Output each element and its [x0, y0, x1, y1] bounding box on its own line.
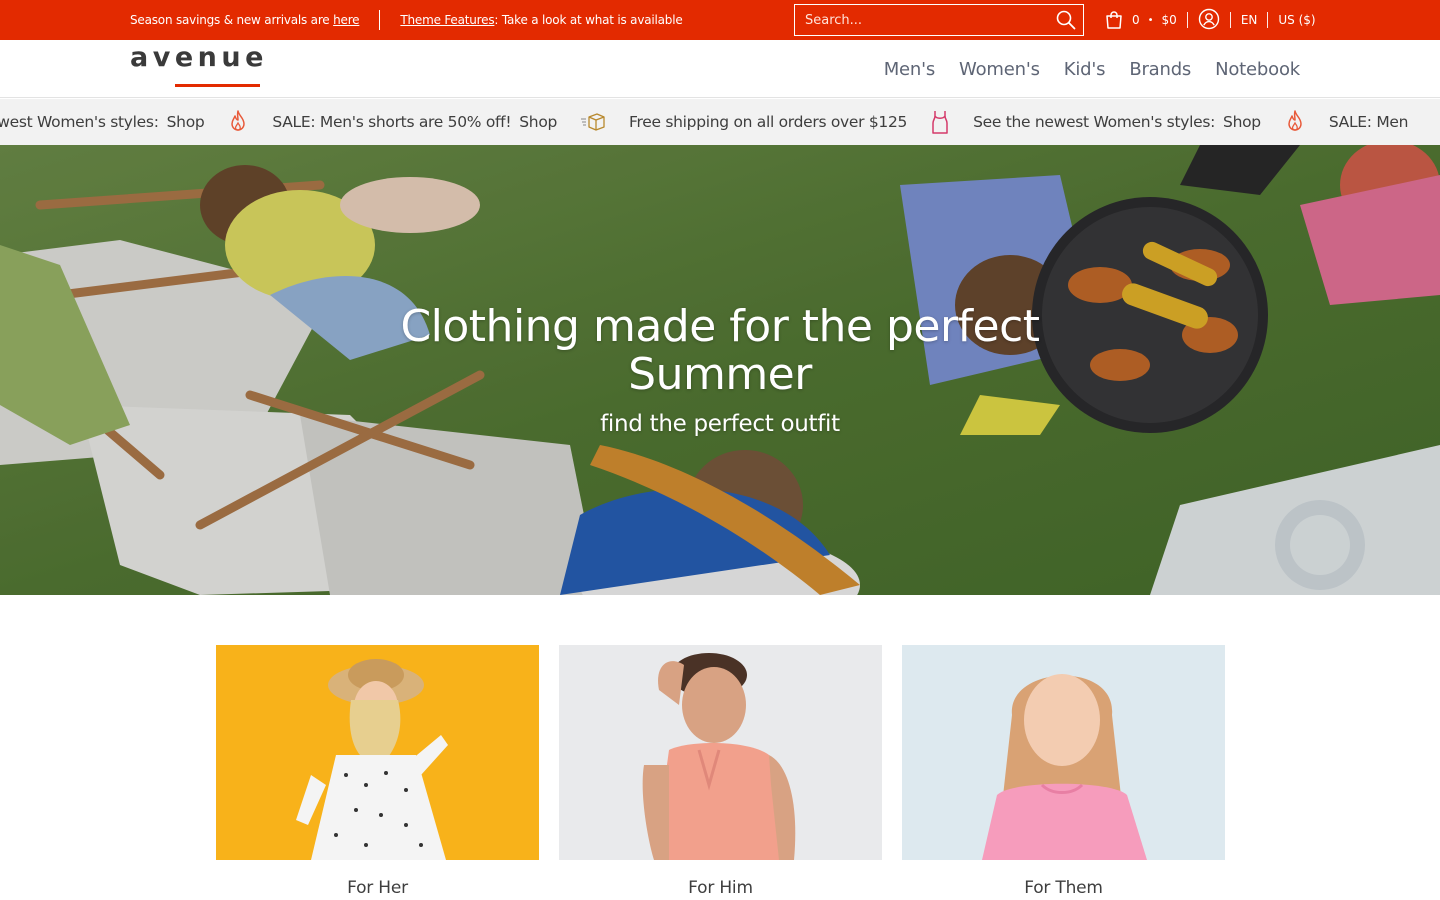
search-form	[794, 4, 1084, 36]
ticker-text: SALE: Men's shorts are 50% off!	[272, 113, 512, 131]
search-icon	[1056, 10, 1076, 30]
ticker-item: Free shipping on all orders over $125	[629, 113, 907, 131]
nav-notebook[interactable]: Notebook	[1215, 59, 1300, 80]
girl-in-pink-shirt-photo	[902, 645, 1225, 860]
tank-top-icon	[929, 109, 951, 135]
ticker-track: ewest Women's styles: Shop SALE: Men's s…	[0, 99, 1430, 145]
search-button[interactable]	[1049, 5, 1083, 35]
action-divider	[1267, 12, 1269, 28]
ticker-item: See the newest Women's styles: Shop	[973, 113, 1261, 131]
main-navigation: Men's Women's Kid's Brands Notebook	[884, 40, 1300, 98]
promo-message: Season savings & new arrivals are here T…	[130, 0, 683, 40]
search-input[interactable]	[795, 5, 1049, 35]
logo-text: avenue	[130, 42, 268, 73]
site-header: avenue Men's Women's Kid's Brands Notebo…	[0, 40, 1440, 98]
ticker-text: SALE: Men	[1328, 113, 1409, 131]
collection-card-for-him[interactable]: For Him	[559, 645, 882, 898]
cart-count: 0	[1132, 13, 1140, 27]
nav-brands[interactable]: Brands	[1129, 59, 1191, 80]
account-button[interactable]	[1198, 8, 1220, 33]
cart-total: $0	[1161, 13, 1177, 27]
nav-mens[interactable]: Men's	[884, 59, 936, 80]
theme-features-link[interactable]: Theme Features	[400, 13, 494, 27]
ticker-shop-link[interactable]: Shop	[167, 113, 205, 131]
promo-text: Season savings & new arrivals are	[130, 13, 330, 27]
hero-title: Clothing made for the perfect Summer	[400, 301, 1040, 400]
collection-grid: For Her For Him For Them	[216, 645, 1225, 898]
ticker-text: Free shipping on all orders over $125	[629, 113, 908, 131]
nav-womens[interactable]: Women's	[959, 59, 1040, 80]
cart-button[interactable]: 0 • $0	[1104, 10, 1177, 30]
fire-icon	[226, 109, 250, 135]
hero-subtitle: find the perfect outfit	[600, 411, 840, 437]
ticker-item: SALE: Men's shorts are 50% off! Shop	[272, 113, 557, 131]
logo-underline	[175, 84, 260, 87]
collection-card-for-them[interactable]: For Them	[902, 645, 1225, 898]
announcement-bar: Season savings & new arrivals are here T…	[0, 0, 1440, 40]
collection-title[interactable]: For Him	[559, 878, 882, 898]
action-divider	[1229, 12, 1231, 28]
currency-selector[interactable]: US ($)	[1278, 13, 1315, 27]
shopping-bag-icon	[1106, 11, 1122, 29]
user-account-icon	[1198, 8, 1220, 29]
shipping-box-icon	[579, 111, 607, 133]
ticker-item: SALE: Men	[1328, 113, 1409, 131]
cart-separator: •	[1147, 14, 1154, 26]
collection-title[interactable]: For Her	[216, 878, 539, 898]
ticker-shop-link[interactable]: Shop	[519, 113, 557, 131]
features-text: : Take a look at what is available	[494, 13, 683, 27]
language-selector[interactable]: EN	[1241, 13, 1258, 27]
header-actions: 0 • $0 EN US ($)	[1104, 0, 1316, 40]
store-logo[interactable]: avenue	[130, 42, 268, 90]
collection-title[interactable]: For Them	[902, 878, 1225, 898]
fire-icon	[1283, 109, 1307, 135]
ticker-text: See the newest Women's styles:	[973, 113, 1216, 131]
nav-kids[interactable]: Kid's	[1064, 59, 1106, 80]
woman-in-straw-hat-photo	[216, 645, 539, 860]
ticker-item: ewest Women's styles: Shop	[0, 113, 205, 131]
hero-banner[interactable]: Clothing made for the perfect Summer fin…	[0, 145, 1440, 595]
action-divider	[1186, 12, 1188, 28]
promo-divider	[379, 10, 381, 30]
ticker-shop-link[interactable]: Shop	[1223, 113, 1261, 131]
promo-link[interactable]: here	[333, 13, 359, 27]
scrolling-announcement: ewest Women's styles: Shop SALE: Men's s…	[0, 99, 1440, 145]
man-in-tank-top-photo	[559, 645, 882, 860]
collection-card-for-her[interactable]: For Her	[216, 645, 539, 898]
ticker-text: ewest Women's styles:	[0, 113, 159, 131]
